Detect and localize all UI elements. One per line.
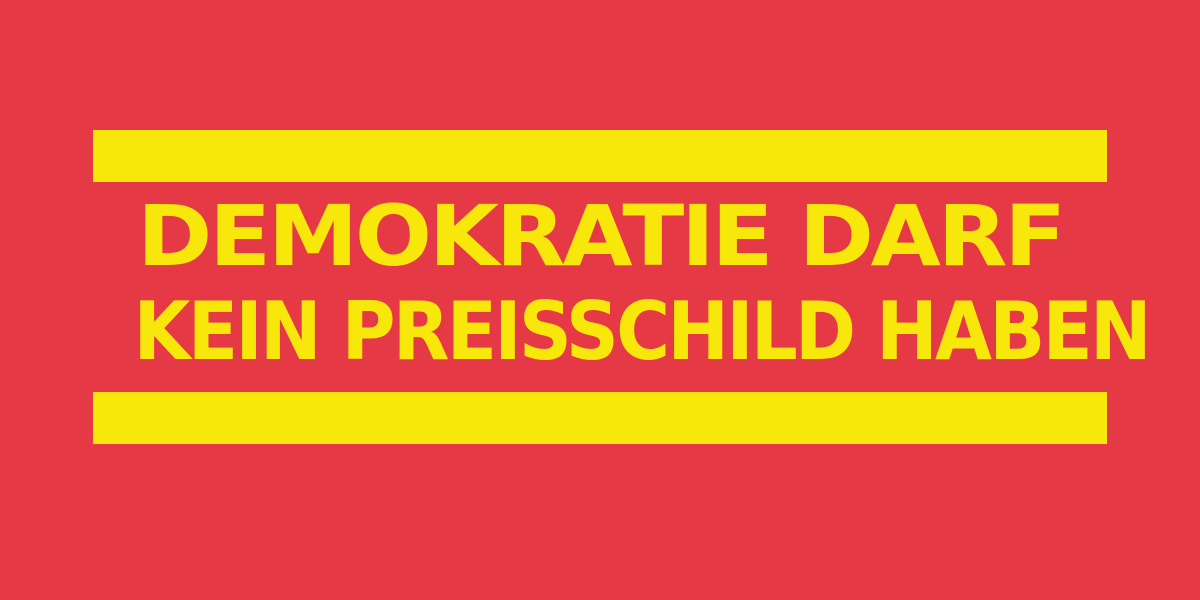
headline-line-1: DEMOKRATIE DARF <box>137 187 1066 285</box>
headline-line-2: KEIN PREISSCHILD HABEN <box>133 285 1152 378</box>
bottom-yellow-bar <box>93 392 1107 444</box>
top-yellow-bar <box>93 130 1107 182</box>
poster-banner: DEMOKRATIE DARF KEIN PREISSCHILD HABEN <box>0 0 1200 600</box>
